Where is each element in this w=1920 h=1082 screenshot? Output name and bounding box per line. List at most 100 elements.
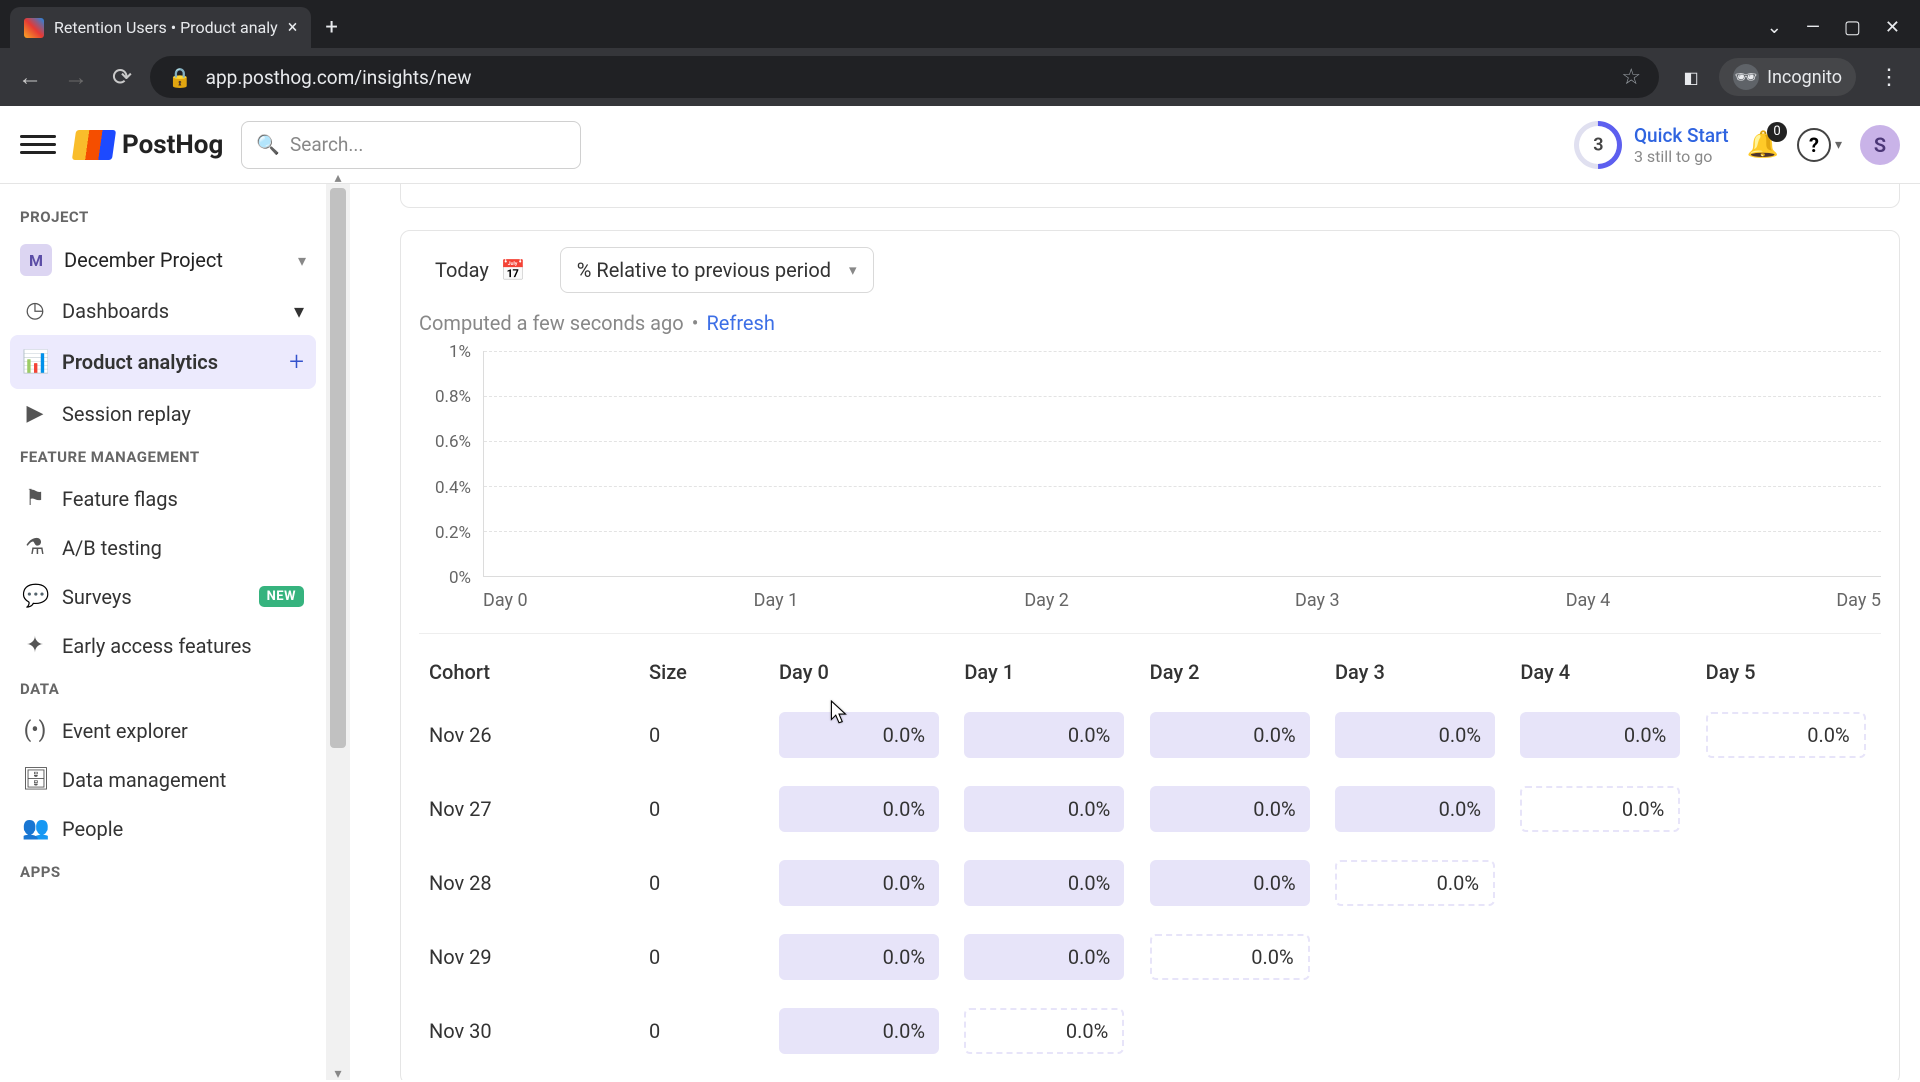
date-range-selector[interactable]: Today 📅 (419, 248, 542, 292)
retention-cell[interactable] (1696, 994, 1881, 1068)
retention-cell[interactable]: 0.0% (1140, 698, 1325, 772)
size-cell: 0 (639, 994, 769, 1068)
retention-cell[interactable]: 0.0% (1696, 698, 1881, 772)
new-tab-button[interactable]: + (311, 7, 351, 48)
size-cell: 0 (639, 772, 769, 846)
bookmark-star-icon[interactable]: ☆ (1621, 65, 1641, 90)
sidebar-item-people[interactable]: 👥 People (10, 804, 316, 853)
retention-cell[interactable]: 0.0% (1325, 772, 1510, 846)
scroll-up-icon[interactable]: ▴ (326, 170, 350, 186)
retention-cell[interactable]: 0.0% (1510, 698, 1695, 772)
retention-cell[interactable]: 0.0% (769, 920, 954, 994)
maximize-icon[interactable]: ▢ (1844, 17, 1861, 38)
retention-cell[interactable]: 0.0% (769, 698, 954, 772)
minimize-icon[interactable]: ― (1806, 17, 1820, 38)
quick-start-button[interactable]: 3 Quick Start 3 still to go (1574, 121, 1729, 169)
user-avatar[interactable]: S (1860, 125, 1900, 165)
calendar-icon: 📅 (501, 258, 526, 282)
close-tab-icon[interactable]: × (288, 17, 298, 38)
retention-cell[interactable] (1696, 920, 1881, 994)
logo-text: PostHog (122, 130, 223, 160)
retention-cell[interactable] (1325, 920, 1510, 994)
retention-cell[interactable]: 0.0% (1140, 772, 1325, 846)
table-header-cell: Day 2 (1140, 646, 1325, 698)
sidebar-item-surveys[interactable]: 💬 Surveys NEW (10, 572, 316, 621)
table-row: Nov 2800.0%0.0%0.0%0.0% (419, 846, 1881, 920)
sidebar-item-session-replay[interactable]: ▶ Session replay (10, 389, 316, 438)
cohort-cell: Nov 30 (419, 994, 639, 1068)
sidebar-item-early-access[interactable]: ✦ Early access features (10, 621, 316, 670)
forward-button[interactable]: → (58, 59, 94, 95)
logo-mark-icon (72, 130, 116, 160)
sidebar-section-project: PROJECT (10, 198, 316, 234)
retention-cell[interactable]: 0.0% (1140, 920, 1325, 994)
retention-cell[interactable]: 0.0% (954, 920, 1139, 994)
sidebar-item-dashboards[interactable]: ◷ Dashboards ▾ (10, 286, 316, 335)
sidebar-item-product-analytics[interactable]: 📊 Product analytics + (10, 335, 316, 389)
retention-cell[interactable] (1140, 994, 1325, 1068)
retention-cell[interactable]: 0.0% (1510, 772, 1695, 846)
retention-cell[interactable]: 0.0% (954, 698, 1139, 772)
retention-cell[interactable]: 0.0% (1140, 846, 1325, 920)
extension-icon[interactable]: ◧ (1677, 63, 1705, 91)
sidebar-item-event-explorer[interactable]: (•) Event explorer (10, 706, 316, 755)
project-selector[interactable]: M December Project ▾ (10, 234, 316, 286)
table-header-cell: Cohort (419, 646, 639, 698)
size-cell: 0 (639, 698, 769, 772)
retention-cell[interactable]: 0.0% (769, 846, 954, 920)
add-insight-button[interactable]: + (289, 347, 304, 377)
sidebar-item-feature-flags[interactable]: ⚑ Feature flags (10, 474, 316, 523)
retention-cell[interactable]: 0.0% (954, 846, 1139, 920)
cohort-cell: Nov 29 (419, 920, 639, 994)
x-tick-label: Day 3 (1295, 590, 1340, 611)
reload-button[interactable]: ⟳ (104, 59, 140, 95)
bullet-separator: • (692, 311, 699, 335)
hamburger-menu-icon[interactable] (20, 127, 56, 163)
browser-tab[interactable]: Retention Users • Product analy × (10, 7, 311, 48)
retention-cell[interactable] (1510, 920, 1695, 994)
chevron-down-icon: ▾ (849, 261, 857, 279)
retention-cell[interactable]: 0.0% (1325, 846, 1510, 920)
table-header-cell: Day 0 (769, 646, 954, 698)
retention-cell[interactable]: 0.0% (769, 994, 954, 1068)
help-menu[interactable]: ? ▾ (1797, 128, 1842, 162)
posthog-logo[interactable]: PostHog (74, 130, 223, 160)
table-header-cell: Day 3 (1325, 646, 1510, 698)
retention-cell[interactable] (1325, 994, 1510, 1068)
sidebar-item-data-management[interactable]: 🗄 Data management (10, 755, 316, 804)
retention-cell[interactable]: 0.0% (769, 772, 954, 846)
address-bar[interactable]: 🔒 app.posthog.com/insights/new ☆ (150, 56, 1659, 98)
retention-value: 0.0% (779, 860, 939, 906)
chevron-down-icon[interactable]: ⌄ (1767, 17, 1782, 38)
refresh-link[interactable]: Refresh (706, 311, 774, 335)
incognito-icon: 🕶 (1733, 64, 1759, 90)
compare-selector[interactable]: % Relative to previous period ▾ (560, 247, 874, 293)
search-input[interactable]: 🔍 Search... (241, 121, 581, 169)
browser-tab-strip: Retention Users • Product analy × + ⌄ ― … (0, 0, 1920, 48)
retention-cell[interactable]: 0.0% (1325, 698, 1510, 772)
retention-cell[interactable] (1510, 994, 1695, 1068)
retention-cell[interactable] (1696, 772, 1881, 846)
browser-menu-icon[interactable]: ⋮ (1870, 61, 1908, 94)
retention-cell[interactable] (1510, 846, 1695, 920)
close-window-icon[interactable]: ✕ (1885, 17, 1900, 38)
sidebar-item-ab-testing[interactable]: ⚗ A/B testing (10, 523, 316, 572)
insight-card: Today 📅 % Relative to previous period ▾ … (400, 230, 1900, 1080)
notifications-button[interactable]: 🔔 0 (1747, 130, 1779, 160)
retention-cell[interactable]: 0.0% (954, 994, 1139, 1068)
scrollbar-thumb[interactable] (330, 188, 346, 748)
analytics-icon: 📊 (22, 350, 48, 375)
incognito-badge[interactable]: 🕶 Incognito (1719, 58, 1856, 96)
card-top-edge (400, 184, 1900, 208)
retention-value: 0.0% (1150, 712, 1310, 758)
retention-cell[interactable]: 0.0% (954, 772, 1139, 846)
retention-cell[interactable] (1696, 846, 1881, 920)
chevron-down-icon: ▾ (298, 251, 306, 270)
sidebar-scrollbar[interactable]: ▴ ▾ (326, 184, 350, 1080)
sidebar-item-label: Session replay (62, 402, 191, 426)
play-icon: ▶ (22, 401, 48, 426)
back-button[interactable]: ← (12, 59, 48, 95)
new-badge: NEW (259, 586, 304, 607)
x-tick-label: Day 2 (1024, 590, 1069, 611)
retention-value: 0.0% (1520, 786, 1680, 832)
